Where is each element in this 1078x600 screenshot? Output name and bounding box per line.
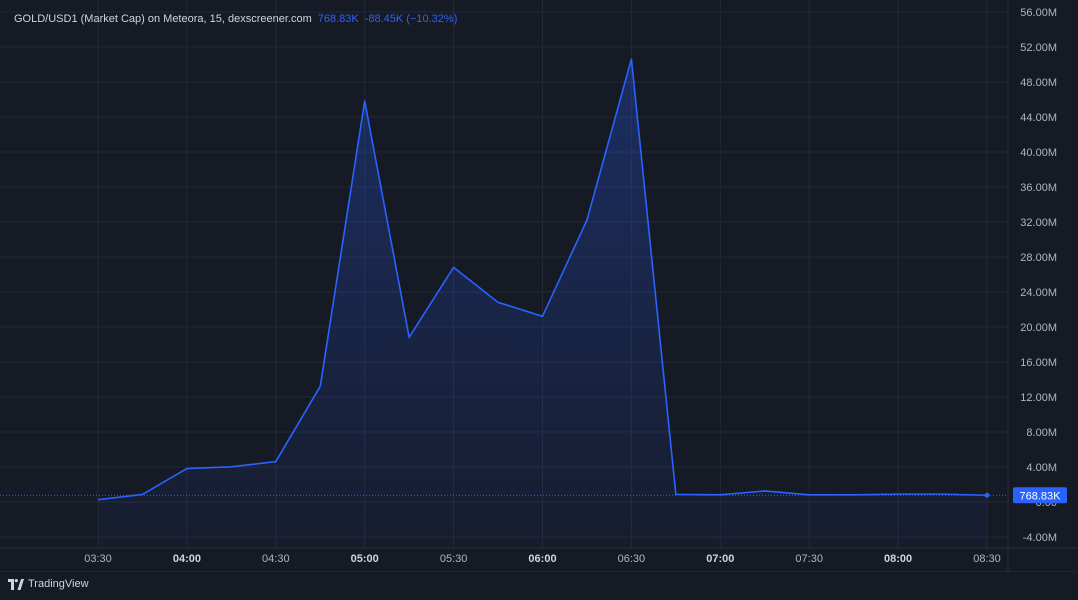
y-tick-label: 36.00M <box>1020 182 1057 194</box>
y-tick-label: 40.00M <box>1020 147 1057 159</box>
tradingview-logo-icon <box>8 578 24 590</box>
brand-name: TradingView <box>28 578 89 590</box>
x-tick-label: 07:30 <box>795 553 823 565</box>
y-tick-label: 20.00M <box>1020 322 1057 334</box>
last-value-dot <box>984 492 990 498</box>
legend-change: -88.45K (−10.32%) <box>364 13 458 25</box>
chart-legend[interactable]: GOLD/USD1 (Market Cap) on Meteora, 15, d… <box>14 13 457 25</box>
y-tick-label: 16.00M <box>1020 357 1057 369</box>
y-tick-label: 4.00M <box>1026 462 1057 474</box>
y-tick-label: 8.00M <box>1026 427 1057 439</box>
tradingview-brand[interactable]: TradingView <box>8 578 89 590</box>
x-tick-label: 05:30 <box>440 553 468 565</box>
y-tick-label: 12.00M <box>1020 392 1057 404</box>
chart-footer <box>0 572 1078 600</box>
y-tick-label: -4.00M <box>1023 532 1057 544</box>
x-tick-label: 08:30 <box>973 553 1001 565</box>
market-cap-chart[interactable]: 56.00M 52.00M 48.00M 44.00M 40.00M 36.00M 32.0… <box>0 0 1078 600</box>
x-tick-label: 06:00 <box>528 553 556 565</box>
x-tick-label: 04:00 <box>173 553 201 565</box>
x-tick-label: 06:30 <box>618 553 646 565</box>
y-tick-label: 48.00M <box>1020 77 1057 89</box>
y-tick-label: 32.00M <box>1020 217 1057 229</box>
legend-symbol: GOLD/USD1 (Market Cap) on Meteora, 15, d… <box>14 13 312 25</box>
x-tick-label: 08:00 <box>884 553 912 565</box>
y-tick-label: 56.00M <box>1020 7 1057 19</box>
legend-value: 768.83K <box>317 13 359 25</box>
x-tick-label: 04:30 <box>262 553 290 565</box>
x-tick-label: 03:30 <box>84 553 112 565</box>
y-tick-label: 28.00M <box>1020 252 1057 264</box>
y-tick-label: 44.00M <box>1020 112 1057 124</box>
y-tick-label: 52.00M <box>1020 42 1057 54</box>
x-tick-label: 05:00 <box>351 553 379 565</box>
last-value-label: 768.83K <box>1020 490 1062 502</box>
x-tick-label: 07:00 <box>706 553 734 565</box>
y-tick-label: 24.00M <box>1020 287 1057 299</box>
